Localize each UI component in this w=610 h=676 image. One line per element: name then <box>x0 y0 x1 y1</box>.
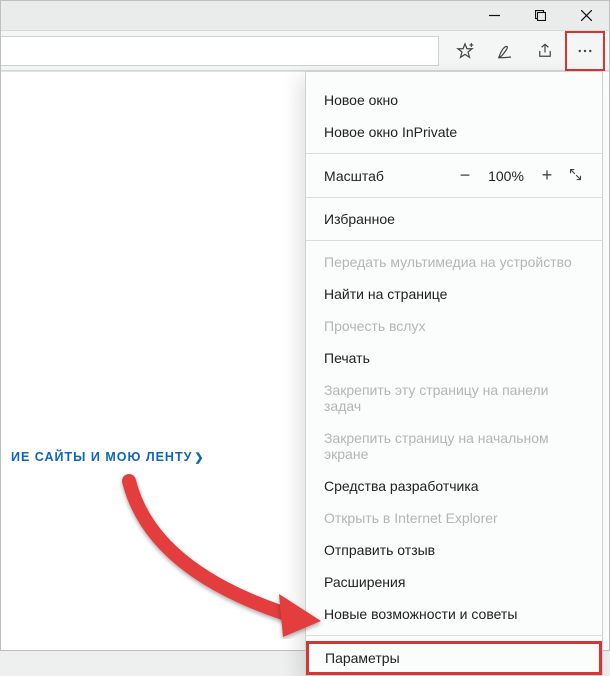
zoom-value: 100% <box>480 168 532 184</box>
menu-pin-start: Закрепить страницу на начальном экране <box>306 422 602 470</box>
menu-zoom-row: Масштаб − 100% + <box>306 159 602 192</box>
feed-sites-link[interactable]: ИЕ САЙТЫ И МОЮ ЛЕНТУ ❯ <box>11 450 205 464</box>
menu-favorites[interactable]: Избранное <box>306 203 602 235</box>
menu-separator <box>306 197 602 198</box>
menu-separator <box>306 635 602 636</box>
menu-dev-tools[interactable]: Средства разработчика <box>306 470 602 502</box>
menu-read-aloud: Прочесть вслух <box>306 310 602 342</box>
feed-sites-label: ИЕ САЙТЫ И МОЮ ЛЕНТУ <box>11 450 192 464</box>
menu-new-inprivate[interactable]: Новое окно InPrivate <box>306 116 602 148</box>
window-minimize-button[interactable] <box>471 1 517 31</box>
menu-separator <box>306 153 602 154</box>
menu-separator <box>306 240 602 241</box>
menu-pin-taskbar: Закрепить эту страницу на панели задач <box>306 374 602 422</box>
notes-pen-icon[interactable] <box>485 31 525 71</box>
window-maximize-button[interactable] <box>517 1 563 31</box>
settings-dropdown-menu: Новое окно Новое окно InPrivate Масштаб … <box>305 71 603 676</box>
menu-cast: Передать мультимедиа на устройство <box>306 246 602 278</box>
more-menu-button[interactable] <box>565 31 605 71</box>
fullscreen-icon[interactable] <box>562 167 588 185</box>
favorites-star-icon[interactable] <box>445 31 485 71</box>
menu-settings[interactable]: Параметры <box>306 641 602 675</box>
window-close-button[interactable] <box>563 1 609 31</box>
chevron-right-icon: ❯ <box>194 451 204 464</box>
share-icon[interactable] <box>525 31 565 71</box>
zoom-label: Масштаб <box>324 168 450 184</box>
window-titlebar <box>1 1 609 31</box>
menu-open-ie: Открыть в Internet Explorer <box>306 502 602 534</box>
menu-feedback[interactable]: Отправить отзыв <box>306 534 602 566</box>
menu-whats-new[interactable]: Новые возможности и советы <box>306 598 602 630</box>
browser-toolbar <box>1 31 609 71</box>
menu-find[interactable]: Найти на странице <box>306 278 602 310</box>
address-bar-wrap <box>1 31 445 71</box>
menu-extensions[interactable]: Расширения <box>306 566 602 598</box>
menu-print[interactable]: Печать <box>306 342 602 374</box>
address-bar[interactable] <box>1 36 439 66</box>
menu-new-window[interactable]: Новое окно <box>306 84 602 116</box>
zoom-in-button[interactable]: + <box>532 165 562 186</box>
zoom-out-button[interactable]: − <box>450 165 480 186</box>
